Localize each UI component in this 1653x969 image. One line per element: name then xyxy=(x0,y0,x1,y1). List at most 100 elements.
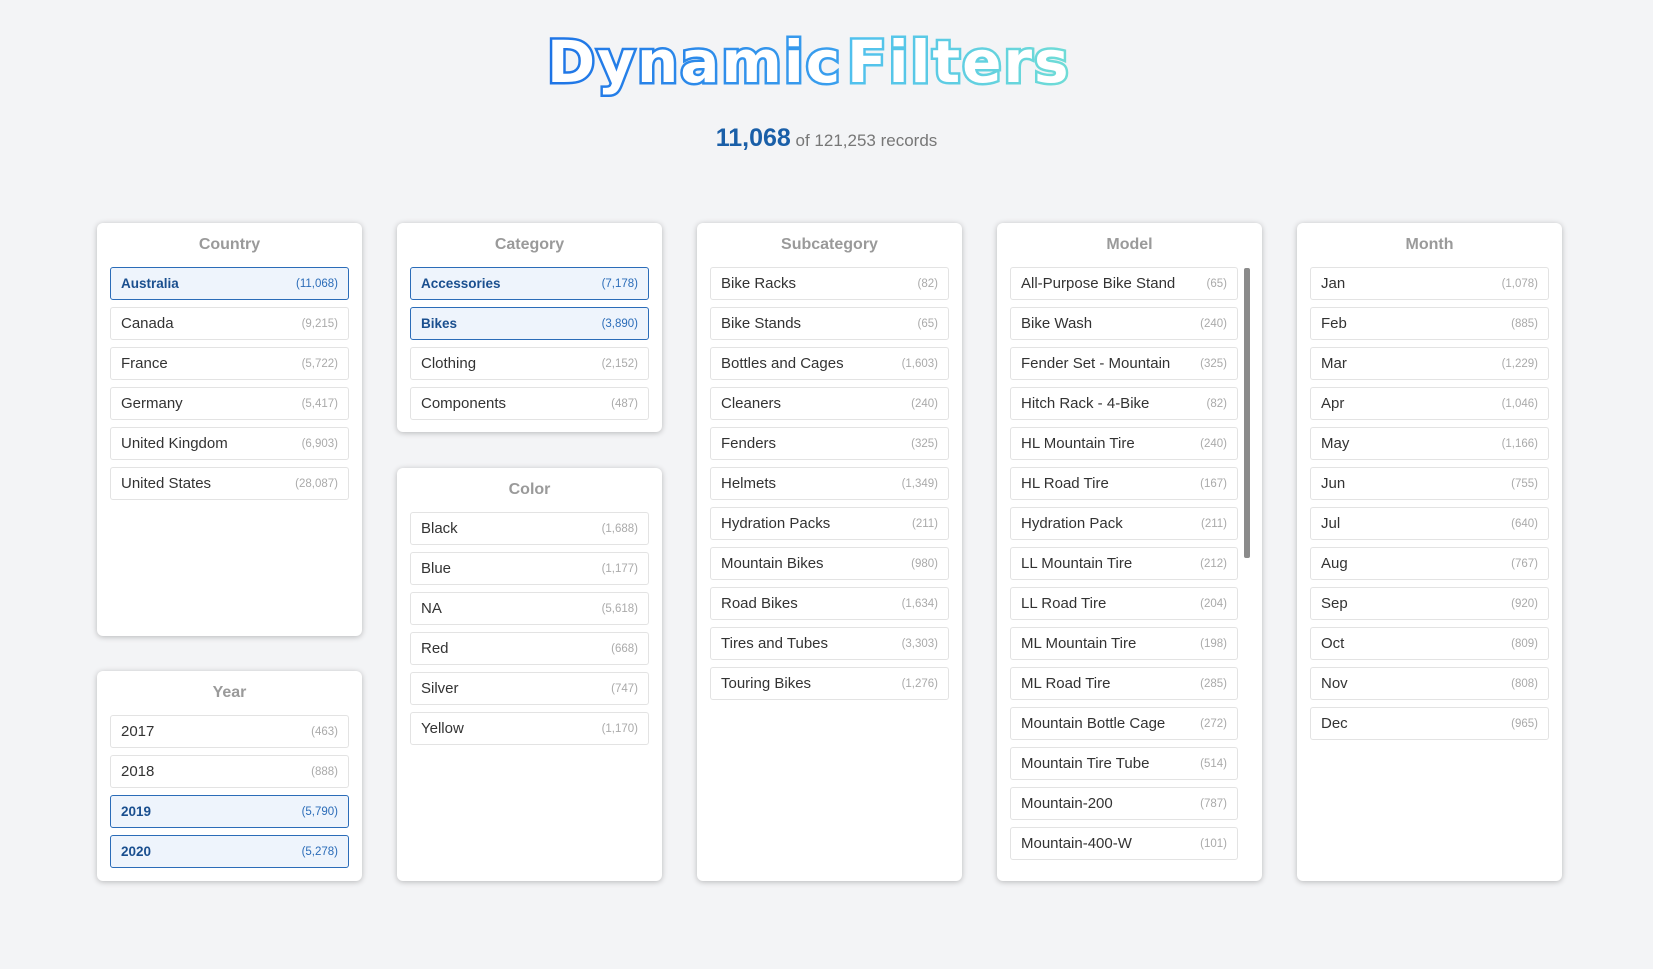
option-label: Hydration Packs xyxy=(721,515,831,532)
subcategory-option[interactable]: Road Bikes (1,634) xyxy=(710,587,949,620)
year-option[interactable]: 2017 (463) xyxy=(110,715,349,748)
option-label: Black xyxy=(421,520,458,537)
model-option[interactable]: LL Mountain Tire (212) xyxy=(1010,547,1238,580)
model-option[interactable]: Mountain-400-W (101) xyxy=(1010,827,1238,860)
category-option[interactable]: Accessories (7,178) xyxy=(410,267,649,300)
year-filter-panel: Year 2017 (463) 2018 (888) 2019 (5,790) 2020 (5… xyxy=(97,671,362,881)
category-option[interactable]: Components (487) xyxy=(410,387,649,420)
title-part1: Dynamic xyxy=(547,28,842,96)
model-option[interactable]: Bike Wash (240) xyxy=(1010,307,1238,340)
panel-title: Country xyxy=(198,236,261,253)
year-option[interactable]: 2019 (5,790) xyxy=(110,795,349,828)
year-option[interactable]: 2018 (888) xyxy=(110,755,349,788)
color-option[interactable]: NA (5,618) xyxy=(410,592,649,625)
option-label: Components xyxy=(421,395,507,412)
month-option[interactable]: Oct (809) xyxy=(1310,627,1549,660)
month-option[interactable]: Dec (965) xyxy=(1310,707,1549,740)
month-option[interactable]: Aug (767) xyxy=(1310,547,1549,580)
model-option[interactable]: LL Road Tire (204) xyxy=(1010,587,1238,620)
option-count: (65) xyxy=(917,317,938,330)
month-option[interactable]: Jan (1,078) xyxy=(1310,267,1549,300)
option-label: Mar xyxy=(1321,355,1347,372)
subcategory-option[interactable]: Tires and Tubes (3,303) xyxy=(710,627,949,660)
option-label: Bike Wash xyxy=(1021,315,1093,332)
option-count: (82) xyxy=(917,277,938,290)
option-label: HL Road Tire xyxy=(1021,475,1109,492)
model-option[interactable]: Fender Set - Mountain (325) xyxy=(1010,347,1238,380)
category-option[interactable]: Clothing (2,152) xyxy=(410,347,649,380)
subcategory-option[interactable]: Helmets (1,349) xyxy=(710,467,949,500)
model-option[interactable]: ML Mountain Tire (198) xyxy=(1010,627,1238,660)
month-option[interactable]: Apr (1,046) xyxy=(1310,387,1549,420)
model-option[interactable]: Hitch Rack - 4-Bike (82) xyxy=(1010,387,1238,420)
option-label: Canada xyxy=(121,315,174,332)
month-option[interactable]: May (1,166) xyxy=(1310,427,1549,460)
month-option[interactable]: Sep (920) xyxy=(1310,587,1549,620)
option-count: (767) xyxy=(1511,557,1538,570)
option-label: LL Mountain Tire xyxy=(1021,555,1133,572)
model-option[interactable]: Mountain Tire Tube (514) xyxy=(1010,747,1238,780)
year-option[interactable]: 2020 (5,278) xyxy=(110,835,349,868)
country-option[interactable]: Canada (9,215) xyxy=(110,307,349,340)
color-option[interactable]: Silver (747) xyxy=(410,672,649,705)
option-label: Nov xyxy=(1321,675,1348,692)
option-label: HL Mountain Tire xyxy=(1021,435,1135,452)
option-count: (787) xyxy=(1200,797,1227,810)
month-option[interactable]: Jun (755) xyxy=(1310,467,1549,500)
option-label: Hitch Rack - 4-Bike xyxy=(1021,395,1150,412)
model-option[interactable]: HL Road Tire (167) xyxy=(1010,467,1238,500)
subcategory-option[interactable]: Touring Bikes (1,276) xyxy=(710,667,949,700)
subcategory-option[interactable]: Bottles and Cages (1,603) xyxy=(710,347,949,380)
model-option[interactable]: HL Mountain Tire (240) xyxy=(1010,427,1238,460)
color-option[interactable]: Black (1,688) xyxy=(410,512,649,545)
model-option[interactable]: All-Purpose Bike Stand (65) xyxy=(1010,267,1238,300)
color-option[interactable]: Red (668) xyxy=(410,632,649,665)
model-option[interactable]: ML Road Tire (285) xyxy=(1010,667,1238,700)
color-filter-panel: Color Black (1,688) Blue (1,177) NA (5,618) Re… xyxy=(397,468,662,881)
country-option[interactable]: Australia (11,068) xyxy=(110,267,349,300)
month-option[interactable]: Mar (1,229) xyxy=(1310,347,1549,380)
option-label: May xyxy=(1321,435,1350,452)
model-scrollbar[interactable] xyxy=(1244,268,1250,558)
category-option[interactable]: Bikes (3,890) xyxy=(410,307,649,340)
model-option[interactable]: Mountain Bottle Cage (272) xyxy=(1010,707,1238,740)
month-option[interactable]: Nov (808) xyxy=(1310,667,1549,700)
color-option[interactable]: Yellow (1,170) xyxy=(410,712,649,745)
option-label: France xyxy=(121,355,168,372)
model-option[interactable]: Hydration Pack (211) xyxy=(1010,507,1238,540)
subcategory-option[interactable]: Cleaners (240) xyxy=(710,387,949,420)
subcategory-option[interactable]: Bike Stands (65) xyxy=(710,307,949,340)
option-label: Dec xyxy=(1321,715,1348,732)
subcategory-option[interactable]: Fenders (325) xyxy=(710,427,949,460)
panel-title: Color xyxy=(508,481,551,498)
option-label: Hydration Pack xyxy=(1021,515,1123,532)
panel-title: Subcategory xyxy=(781,236,878,253)
option-count: (101) xyxy=(1200,837,1227,850)
month-option[interactable]: Feb (885) xyxy=(1310,307,1549,340)
option-count: (3,890) xyxy=(601,317,638,330)
option-label: Helmets xyxy=(721,475,777,492)
option-count: (240) xyxy=(1200,317,1227,330)
subcategory-option[interactable]: Bike Racks (82) xyxy=(710,267,949,300)
option-count: (885) xyxy=(1511,317,1538,330)
option-label: Australia xyxy=(121,276,179,291)
subcategory-option[interactable]: Mountain Bikes (980) xyxy=(710,547,949,580)
country-option[interactable]: France (5,722) xyxy=(110,347,349,380)
option-count: (7,178) xyxy=(601,277,638,290)
country-option[interactable]: United States (28,087) xyxy=(110,467,349,500)
option-count: (1,229) xyxy=(1501,357,1538,370)
option-label: 2017 xyxy=(121,723,155,740)
option-count: (5,417) xyxy=(301,397,338,410)
option-label: Jan xyxy=(1321,275,1346,292)
filtered-count: 11,068 xyxy=(715,124,791,152)
model-option[interactable]: Mountain-200 (787) xyxy=(1010,787,1238,820)
country-option[interactable]: Germany (5,417) xyxy=(110,387,349,420)
option-label: Bottles and Cages xyxy=(721,355,844,372)
option-label: Bikes xyxy=(421,316,458,331)
month-option[interactable]: Jul (640) xyxy=(1310,507,1549,540)
subcategory-option[interactable]: Hydration Packs (211) xyxy=(710,507,949,540)
option-count: (211) xyxy=(1201,517,1227,530)
color-option[interactable]: Blue (1,177) xyxy=(410,552,649,585)
option-label: Germany xyxy=(121,395,183,412)
country-option[interactable]: United Kingdom (6,903) xyxy=(110,427,349,460)
